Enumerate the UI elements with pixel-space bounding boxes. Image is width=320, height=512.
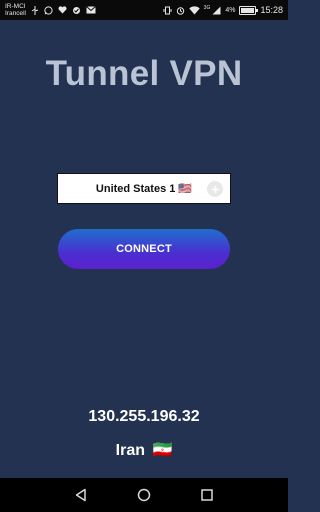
status-left: IR-MCI Irancell [5,3,96,18]
nav-bar [0,478,288,512]
signal-icon [212,6,221,15]
server-selector[interactable]: United States 1 🇺🇸 [57,173,231,204]
country-name: Iran [115,442,145,459]
status-right: 3G 4% 15:28 [163,5,283,15]
status-time: 15:28 [260,5,283,15]
carrier-line-1: IR-MCI [5,2,26,10]
server-name: United States 1 [95,182,176,195]
carrier-info: IR-MCI Irancell [5,3,26,18]
server-flag: 🇺🇸 [178,183,193,195]
vpn-icon [72,6,81,15]
status-bar: IR-MCI Irancell 3G 4% 15:28 [0,0,288,20]
wifi-icon [188,5,200,15]
vibrate-icon [163,6,172,15]
usb-icon [31,5,39,15]
heart-icon [58,6,67,14]
alarm-icon [176,6,185,15]
home-icon[interactable] [129,480,159,510]
location: Iran 🇮🇷 [0,440,288,460]
plus-icon[interactable] [207,181,223,197]
country-flag: 🇮🇷 [152,442,173,459]
recents-icon[interactable] [192,480,222,510]
network-type-label: 3G [203,5,211,11]
battery-percent: 4% [225,6,236,14]
app-title: Tunnel VPN [45,54,243,93]
back-icon[interactable] [66,480,96,510]
mail-icon [86,6,96,14]
connect-button[interactable]: CONNECT [58,229,230,269]
whatsapp-icon [44,5,53,15]
carrier-line-2: Irancell [5,10,26,17]
battery-charging-icon [239,5,259,15]
ip-address: 130.255.196.32 [88,408,200,425]
